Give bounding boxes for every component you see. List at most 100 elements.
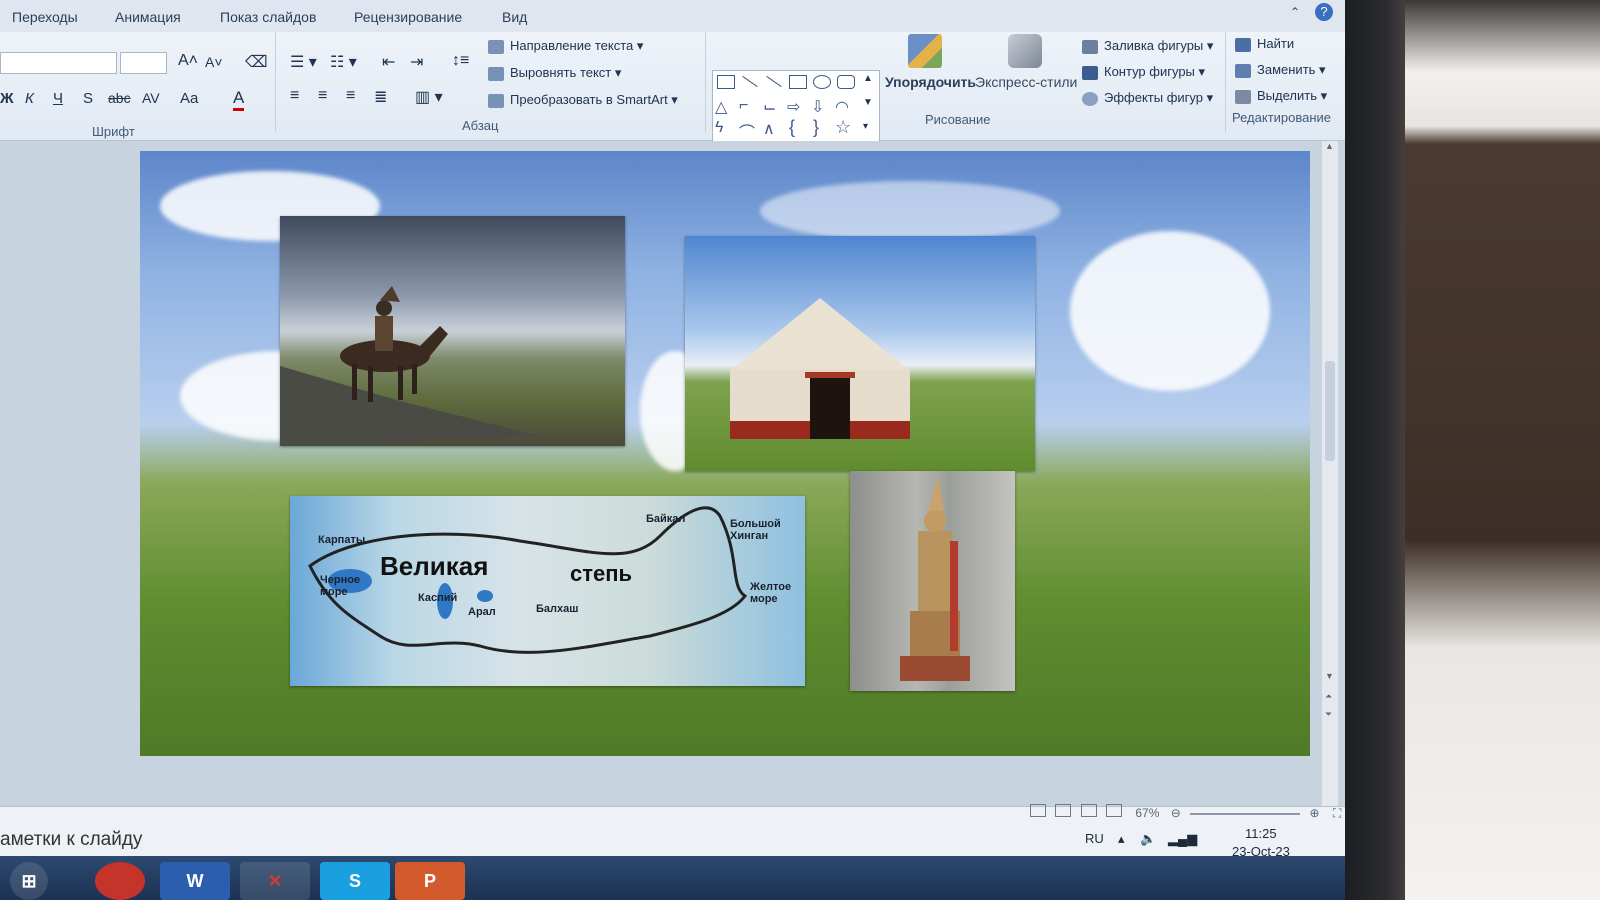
clock-time[interactable]: 11:25	[1245, 826, 1277, 841]
language-indicator[interactable]: RU	[1085, 831, 1104, 846]
align-right-icon[interactable]: ≡	[346, 87, 355, 105]
minimize-ribbon-icon[interactable]: ⌃	[1290, 5, 1300, 19]
oval-shape-icon[interactable]	[813, 75, 831, 89]
columns-icon[interactable]: ▥ ▾	[415, 87, 443, 107]
shadow-button[interactable]: S	[83, 90, 93, 107]
clock-date[interactable]: 23-Oct-23	[1232, 844, 1290, 859]
help-icon[interactable]: ?	[1315, 3, 1333, 21]
align-text-button[interactable]: Выровнять текст ▾	[488, 65, 621, 81]
bullets-icon[interactable]: ☰ ▾	[290, 52, 317, 72]
start-button[interactable]: ⊞	[10, 862, 48, 900]
change-case-button[interactable]: Aa	[180, 90, 198, 107]
left-brace-icon[interactable]: {	[789, 117, 795, 138]
connector-shape-icon[interactable]: ⌐	[739, 97, 748, 115]
indent-decrease-icon[interactable]: ⇤	[382, 52, 395, 72]
prev-slide-icon[interactable]: ⏶	[1325, 691, 1332, 702]
shape-effects-button[interactable]: Эффекты фигур ▾	[1082, 90, 1213, 106]
volume-icon[interactable]: 🔈	[1140, 831, 1156, 847]
clear-format-icon[interactable]: ⌫	[245, 52, 268, 72]
curve-shape-icon[interactable]: ∧	[763, 119, 775, 139]
right-brace-icon[interactable]: }	[813, 117, 819, 138]
italic-button[interactable]: К	[25, 90, 34, 107]
elbow-connector-icon[interactable]: ⌙	[763, 97, 776, 117]
network-icon[interactable]: ▂▄▆	[1168, 831, 1197, 847]
underline-button[interactable]: Ч	[53, 90, 63, 107]
gallery-up-icon[interactable]: ▲	[863, 73, 873, 84]
font-group-label: Шрифт	[92, 124, 135, 139]
text-direction-button[interactable]: Направление текста ▾	[488, 38, 643, 54]
line-spacing-icon[interactable]: ↕≡	[452, 52, 469, 70]
slideshow-view-icon[interactable]	[1106, 804, 1123, 817]
zoom-level[interactable]: 67%	[1135, 806, 1159, 820]
zoom-in-icon[interactable]: ⊕	[1310, 806, 1320, 820]
rounded-rect-shape-icon[interactable]	[837, 75, 855, 89]
find-button[interactable]: Найти	[1235, 36, 1294, 52]
vertical-scrollbar[interactable]: ▲ ▼ ⏶ ⏷	[1322, 141, 1338, 806]
powerpoint-taskbar-button[interactable]: P	[395, 862, 465, 900]
next-slide-icon[interactable]: ⏷	[1325, 709, 1332, 720]
bold-button[interactable]: Ж	[0, 90, 14, 107]
down-arrow-shape-icon[interactable]: ⇩	[811, 97, 824, 117]
slide-sorter-icon[interactable]	[1055, 804, 1072, 817]
gallery-more-icon[interactable]: ▾	[863, 121, 868, 132]
arc-shape-icon[interactable]: ⌒	[739, 119, 755, 143]
reading-view-icon[interactable]	[1080, 804, 1097, 817]
spacing-button[interactable]: AV	[142, 90, 160, 106]
convert-smartart-button[interactable]: Преобразовать в SmartArt ▾	[488, 92, 678, 108]
tab-animation[interactable]: Анимация	[115, 9, 181, 25]
scroll-thumb[interactable]	[1325, 361, 1335, 461]
align-center-icon[interactable]: ≡	[318, 87, 327, 105]
tab-slideshow[interactable]: Показ слайдов	[220, 9, 316, 25]
rectangle-shape-icon[interactable]	[789, 75, 807, 89]
word-taskbar-button[interactable]: W	[160, 862, 230, 900]
shape-fill-button[interactable]: Заливка фигуры ▾	[1082, 38, 1213, 54]
grow-font-icon[interactable]: A˄	[178, 52, 198, 70]
yandex-taskbar-icon[interactable]: ✕	[240, 862, 310, 900]
textbox-shape-icon[interactable]	[717, 75, 735, 89]
great-steppe-map[interactable]: Великая степь Карпаты Черное море Каспий…	[290, 496, 805, 686]
font-name-box[interactable]	[0, 52, 117, 74]
strikethrough-button[interactable]: abc	[108, 90, 131, 106]
arrange-button[interactable]: Упорядочить	[885, 32, 976, 90]
freeform-shape-icon[interactable]: ◠	[835, 97, 849, 117]
right-arrow-shape-icon[interactable]: ⇨	[787, 97, 800, 117]
golden-warrior-photo[interactable]	[850, 471, 1015, 691]
tab-transitions[interactable]: Переходы	[12, 9, 78, 25]
quick-styles-button[interactable]: Экспресс-стили	[975, 32, 1077, 90]
arrow-shape-icon[interactable]	[766, 75, 782, 88]
yandex-browser-icon[interactable]	[95, 862, 145, 900]
scroll-down-icon[interactable]: ▼	[1325, 671, 1334, 681]
select-button[interactable]: Выделить ▾	[1235, 88, 1327, 104]
triangle-shape-icon[interactable]: △	[715, 97, 727, 117]
star-shape-icon[interactable]: ☆	[835, 117, 851, 138]
shapes-gallery[interactable]: △ ⌐ ⌙ ⇨ ⇩ ◠ ϟ ⌒ ∧ { } ☆ ▲ ▼ ▾	[712, 70, 880, 146]
shape-outline-button[interactable]: Контур фигуры ▾	[1082, 64, 1205, 80]
yurt-photo[interactable]	[685, 236, 1035, 471]
tab-review[interactable]: Рецензирование	[354, 9, 462, 25]
tray-expand-icon[interactable]: ▴	[1118, 831, 1125, 847]
tab-view[interactable]: Вид	[502, 9, 527, 25]
font-color-button[interactable]: A	[233, 88, 245, 111]
normal-view-icon[interactable]	[1030, 804, 1046, 817]
binoculars-icon	[1235, 37, 1251, 52]
align-left-icon[interactable]: ≡	[290, 87, 299, 105]
replace-button[interactable]: Заменить ▾	[1235, 62, 1326, 78]
taskbar: ⊞ W ✕ S P RU ▴ 🔈 ▂▄▆ 11:25 23-Oct-23	[0, 826, 1345, 900]
justify-icon[interactable]: ≣	[374, 87, 387, 107]
map-label-black-sea: Черное море	[320, 574, 361, 598]
numbering-icon[interactable]: ☷ ▾	[330, 52, 357, 72]
paragraph-group-label: Абзац	[462, 118, 499, 133]
scribble-shape-icon[interactable]: ϟ	[715, 119, 723, 137]
zoom-slider[interactable]	[1190, 812, 1301, 815]
indent-increase-icon[interactable]: ⇥	[410, 52, 423, 72]
scroll-up-icon[interactable]: ▲	[1325, 141, 1334, 151]
zoom-out-icon[interactable]: ⊖	[1171, 806, 1181, 820]
font-size-box[interactable]	[120, 52, 167, 74]
horseman-photo[interactable]	[280, 216, 625, 446]
fit-slide-icon[interactable]: ⛶	[1333, 806, 1341, 820]
skype-taskbar-button[interactable]: S	[320, 862, 390, 900]
line-shape-icon[interactable]	[742, 75, 758, 88]
shrink-font-icon[interactable]: A˅	[205, 54, 223, 70]
gallery-down-icon[interactable]: ▼	[863, 97, 873, 108]
slide-canvas[interactable]: Великая степь Карпаты Черное море Каспий…	[140, 151, 1310, 756]
